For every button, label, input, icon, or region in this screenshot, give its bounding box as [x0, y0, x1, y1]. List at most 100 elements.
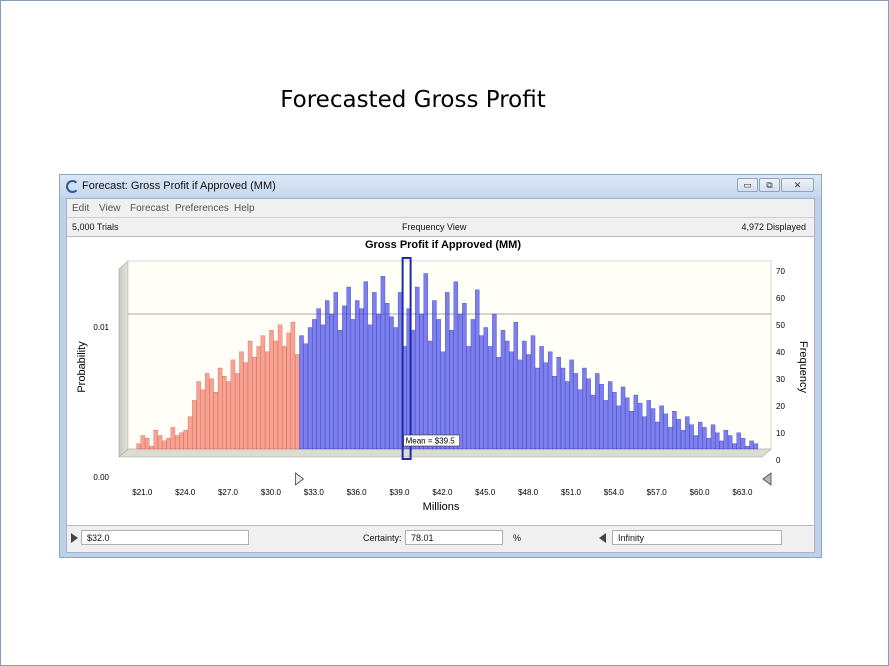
- histogram-bar: [517, 359, 523, 450]
- histogram-bar: [522, 340, 527, 450]
- window-content: Edit View Forecast Preferences Help 5,00…: [66, 198, 815, 553]
- menu-forecast[interactable]: Forecast: [130, 203, 169, 214]
- histogram-bar: [256, 346, 261, 450]
- histogram-bar: [719, 440, 724, 450]
- trials-count: 5,000 Trials: [72, 222, 119, 232]
- menu-help[interactable]: Help: [234, 203, 255, 214]
- frequency-tick-label: 40: [776, 348, 785, 357]
- menu-preferences[interactable]: Preferences: [175, 203, 229, 214]
- histogram-bar: [633, 394, 639, 450]
- lower-bound-grabber[interactable]: [295, 472, 305, 486]
- slide: Forecasted Gross Profit Forecast: Gross …: [0, 0, 889, 666]
- frequency-tick-label: 20: [776, 402, 785, 411]
- histogram-bar: [697, 421, 703, 450]
- histogram-bar: [423, 273, 429, 450]
- histogram-bar: [200, 389, 206, 450]
- histogram-bar: [565, 381, 570, 450]
- x-tick-label: $48.0: [518, 488, 539, 497]
- upper-arrow-icon[interactable]: [599, 533, 606, 543]
- minimize-icon: ▭: [743, 180, 752, 190]
- x-tick-label: $36.0: [347, 488, 368, 497]
- histogram-bar: [727, 435, 733, 450]
- histogram-bar: [140, 435, 146, 450]
- x-tick-label: $54.0: [604, 488, 625, 497]
- histogram-bar: [303, 343, 308, 450]
- menu-bar: Edit View Forecast Preferences Help: [67, 199, 814, 217]
- histogram-bar: [307, 327, 313, 450]
- histogram-bar: [235, 373, 240, 450]
- histogram-bar: [556, 357, 561, 450]
- x-axis-label: Millions: [423, 501, 460, 513]
- histogram-bar: [667, 427, 673, 450]
- histogram-bar: [513, 321, 519, 450]
- histogram-bar: [355, 300, 360, 450]
- lower-bound-field[interactable]: $32.0: [81, 530, 249, 545]
- certainty-field[interactable]: 78.01: [405, 530, 503, 545]
- restore-button[interactable]: ⧉: [759, 178, 780, 192]
- histogram-bar: [655, 421, 660, 450]
- x-tick-label: $45.0: [475, 488, 496, 497]
- histogram-bar: [436, 319, 441, 450]
- x-tick-label: $21.0: [132, 488, 153, 497]
- close-icon: ✕: [793, 180, 802, 190]
- lower-arrow-icon[interactable]: [71, 533, 78, 543]
- histogram-bar: [466, 346, 471, 450]
- y-tick-low: 0.00: [93, 473, 109, 482]
- histogram-bar: [432, 300, 437, 450]
- histogram-bar: [269, 330, 274, 450]
- histogram-bar: [620, 386, 626, 450]
- histogram-bar: [569, 359, 574, 450]
- histogram-bar: [500, 330, 506, 450]
- x-tick-label: $51.0: [561, 488, 582, 497]
- histogram-bar: [612, 392, 617, 450]
- left-wall: [118, 260, 129, 458]
- menu-edit[interactable]: Edit: [72, 203, 89, 214]
- minimize-button[interactable]: ▭: [737, 178, 758, 192]
- histogram-bar: [179, 432, 184, 450]
- x-tick-label: $27.0: [218, 488, 239, 497]
- histogram-bar: [685, 416, 690, 450]
- histogram-bar: [680, 429, 686, 450]
- histogram-bar: [689, 424, 694, 450]
- histogram-bar: [462, 303, 467, 450]
- mean-label-text: Mean = $39.5: [406, 437, 456, 446]
- histogram-bar: [440, 351, 446, 450]
- histogram-bar: [672, 411, 677, 450]
- y2-axis-label: Frequency: [797, 341, 809, 393]
- window-titlebar[interactable]: Forecast: Gross Profit if Approved (MM) …: [60, 175, 821, 197]
- histogram-bar: [153, 429, 158, 450]
- menu-view[interactable]: View: [99, 203, 121, 214]
- histogram-bar: [475, 289, 480, 450]
- histogram-bar: [260, 335, 266, 450]
- histogram-bar: [586, 378, 591, 450]
- close-button[interactable]: ✕: [781, 178, 814, 192]
- info-bar: 5,000 Trials Frequency View 4,972 Displa…: [67, 217, 814, 236]
- chart-panel: Gross Profit if Approved (MM) Mean = $39…: [67, 236, 814, 526]
- histogram-bar: [166, 438, 171, 450]
- histogram-bar: [316, 308, 321, 450]
- histogram-bar: [389, 316, 394, 450]
- frequency-tick-label: 0: [776, 456, 781, 465]
- upper-bound-grabber[interactable]: [762, 472, 772, 486]
- histogram-bar: [385, 303, 390, 450]
- histogram-bar: [552, 375, 557, 450]
- histogram-bar: [526, 354, 531, 450]
- x-tick-label: $33.0: [304, 488, 325, 497]
- chart-title: Gross Profit if Approved (MM): [365, 239, 521, 251]
- histogram-bar: [337, 330, 343, 450]
- histogram-bar: [252, 357, 257, 450]
- histogram-bar: [479, 335, 484, 450]
- histogram-bar: [706, 438, 711, 450]
- histogram-bar: [676, 419, 681, 450]
- histogram-bar: [736, 432, 741, 450]
- histogram-bar: [295, 354, 300, 450]
- histogram-bar: [290, 321, 296, 450]
- upper-bound-field[interactable]: Infinity: [612, 530, 782, 545]
- histogram-bar: [175, 435, 180, 450]
- certainty-bar: $32.0 Certainty: 78.01 % Infinity: [67, 525, 814, 552]
- histogram-bar: [582, 367, 587, 450]
- histogram-bar: [740, 438, 746, 450]
- histogram-bar: [226, 381, 231, 450]
- frequency-tick-label: 10: [776, 429, 785, 438]
- histogram-bar: [573, 373, 579, 450]
